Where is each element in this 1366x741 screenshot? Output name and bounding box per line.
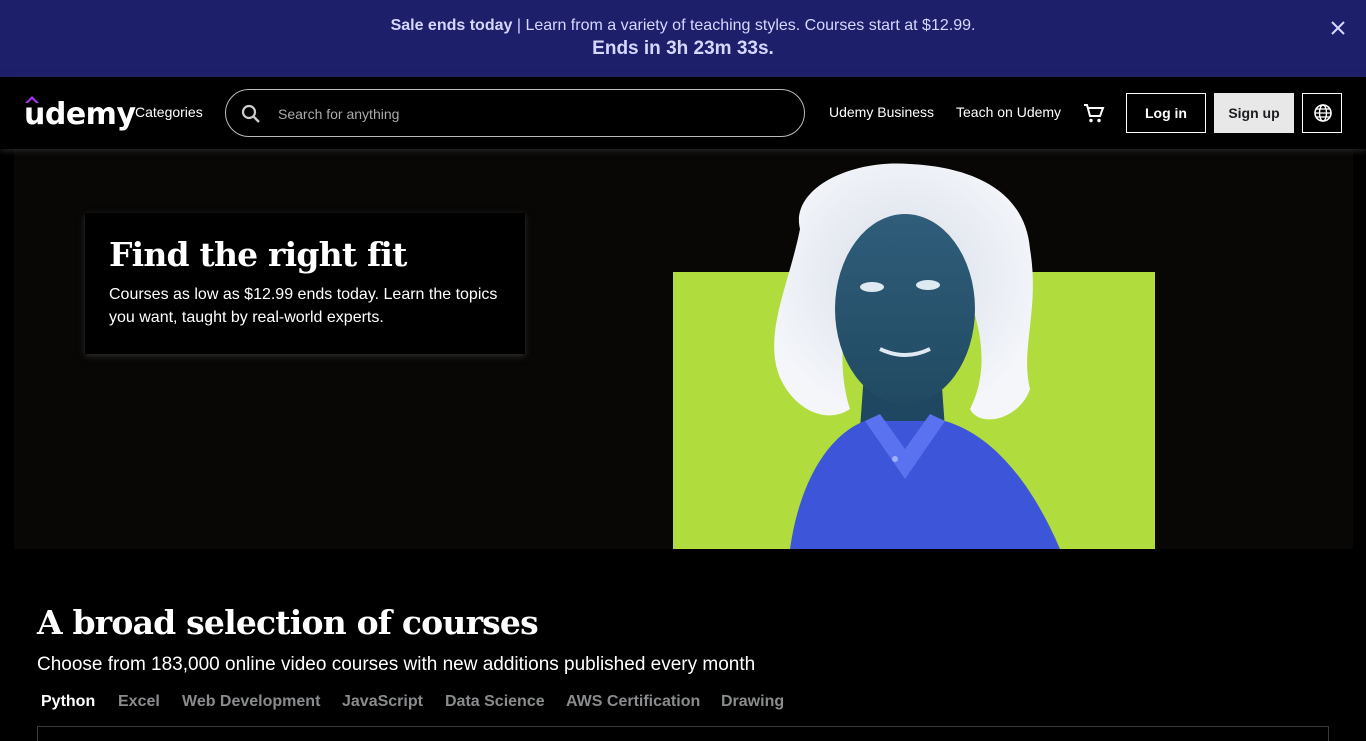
banner-message: Sale ends today | Learn from a variety o… — [0, 17, 1366, 35]
promo-banner: Sale ends today | Learn from a variety o… — [0, 0, 1366, 77]
tab-content-panel — [37, 726, 1329, 741]
hero-card: Find the right fit Courses as low as $12… — [85, 213, 525, 354]
section-title: A broad selection of courses — [37, 603, 539, 642]
hero-portrait-image — [774, 163, 1060, 549]
globe-icon — [1314, 104, 1332, 122]
close-icon[interactable] — [1328, 18, 1348, 38]
udemy-logo[interactable]: udemy — [24, 95, 136, 132]
language-button[interactable] — [1302, 93, 1342, 133]
banner-sale-label: Sale ends today — [390, 17, 513, 34]
teach-link[interactable]: Teach on Udemy — [956, 104, 1061, 120]
tab-python[interactable]: Python — [41, 693, 95, 711]
banner-text: | Learn from a variety of teaching style… — [512, 17, 976, 34]
categories-menu[interactable]: Categories — [135, 104, 203, 120]
udemy-business-link[interactable]: Udemy Business — [829, 104, 934, 120]
tab-aws-certification[interactable]: AWS Certification — [566, 693, 700, 711]
tab-web-development[interactable]: Web Development — [182, 693, 320, 711]
tab-javascript[interactable]: JavaScript — [342, 693, 423, 711]
login-button[interactable]: Log in — [1126, 93, 1206, 133]
logo-text: udemy — [24, 97, 136, 132]
search-icon[interactable] — [240, 103, 262, 125]
signup-button[interactable]: Sign up — [1214, 93, 1294, 133]
section-subtitle: Choose from 183,000 online video courses… — [37, 654, 756, 675]
site-header: udemy Categories Udemy Business Teach on… — [0, 77, 1366, 149]
hero-text: Courses as low as $12.99 ends today. Lea… — [109, 286, 498, 326]
tab-excel[interactable]: Excel — [118, 693, 160, 711]
hero-banner: Find the right fit Courses as low as $12… — [14, 149, 1353, 549]
search-bar — [225, 89, 805, 137]
cart-icon[interactable] — [1082, 101, 1106, 125]
tab-drawing[interactable]: Drawing — [721, 693, 784, 711]
tab-data-science[interactable]: Data Science — [445, 693, 545, 711]
banner-countdown: Ends in 3h 23m 33s. — [592, 38, 774, 59]
search-input[interactable] — [278, 102, 778, 126]
hero-title: Find the right fit — [109, 235, 407, 274]
